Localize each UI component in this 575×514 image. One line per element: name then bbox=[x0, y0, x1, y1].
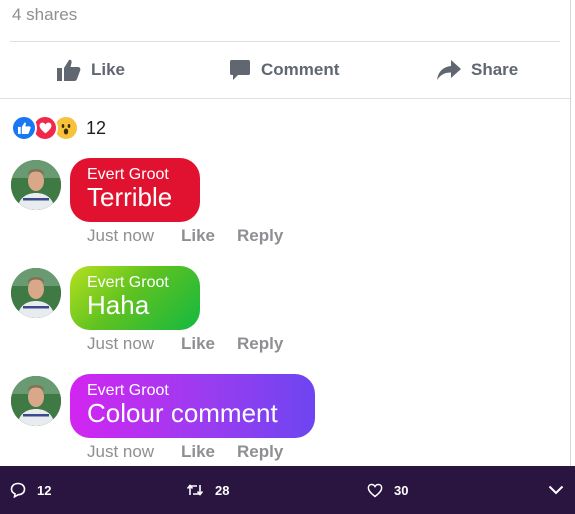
comment-text: Terrible bbox=[87, 182, 173, 212]
like-button[interactable]: Like bbox=[57, 42, 125, 98]
thumbs-up-icon bbox=[57, 59, 81, 81]
like-reaction-icon bbox=[11, 115, 37, 141]
comment-timestamp: Just now bbox=[87, 226, 155, 245]
comment-button[interactable]: Comment bbox=[229, 42, 339, 98]
reactions-summary[interactable]: 12 bbox=[11, 115, 106, 141]
comment-text: Colour comment bbox=[87, 398, 278, 428]
reply-action[interactable]: 12 bbox=[10, 466, 51, 514]
comment-icon bbox=[230, 60, 250, 80]
reply-bubble-icon bbox=[10, 482, 26, 498]
chevron-down-icon bbox=[548, 485, 564, 495]
comment-bubble[interactable]: Evert Groot Haha bbox=[70, 266, 200, 330]
comment-timestamp: Just now bbox=[87, 334, 155, 353]
like-action[interactable]: 30 bbox=[367, 466, 408, 514]
share-button[interactable]: Share bbox=[437, 42, 518, 98]
avatar[interactable] bbox=[11, 268, 61, 318]
share-arrow-icon bbox=[437, 60, 461, 80]
retweet-action[interactable]: 28 bbox=[186, 466, 229, 514]
reply-count: 12 bbox=[37, 482, 52, 498]
like-button-label: Like bbox=[91, 60, 126, 79]
comment-text: Haha bbox=[87, 290, 150, 320]
divider bbox=[0, 98, 570, 99]
more-options-button[interactable] bbox=[548, 466, 575, 514]
comment-like-link[interactable]: Like bbox=[181, 226, 215, 246]
share-button-label: Share bbox=[471, 60, 519, 79]
shares-count[interactable]: 4 shares bbox=[12, 5, 77, 25]
comment-bubble[interactable]: Evert Groot Colour comment bbox=[70, 374, 315, 438]
comment-like-link[interactable]: Like bbox=[181, 442, 215, 462]
comment-button-label: Comment bbox=[261, 60, 340, 79]
comment-bubble[interactable]: Evert Groot Terrible bbox=[70, 158, 200, 222]
comment-reply-link[interactable]: Reply bbox=[237, 334, 283, 354]
comment-reply-link[interactable]: Reply bbox=[237, 442, 283, 462]
reactions-count: 12 bbox=[86, 117, 107, 138]
post-action-bar: Like Comment Share bbox=[0, 42, 570, 98]
comment-reply-link[interactable]: Reply bbox=[237, 226, 283, 246]
facebook-post-card: 4 shares Like Comment Share 12 Evert Gro… bbox=[0, 0, 571, 466]
comment-timestamp: Just now bbox=[87, 442, 155, 461]
retweet-count: 28 bbox=[215, 482, 230, 498]
like-count: 30 bbox=[394, 482, 409, 498]
avatar[interactable] bbox=[11, 160, 61, 210]
comment-like-link[interactable]: Like bbox=[181, 334, 215, 354]
heart-icon bbox=[367, 483, 383, 497]
retweet-icon bbox=[186, 484, 204, 496]
tweet-action-bar: 12 28 30 bbox=[0, 466, 575, 514]
avatar[interactable] bbox=[11, 376, 61, 426]
